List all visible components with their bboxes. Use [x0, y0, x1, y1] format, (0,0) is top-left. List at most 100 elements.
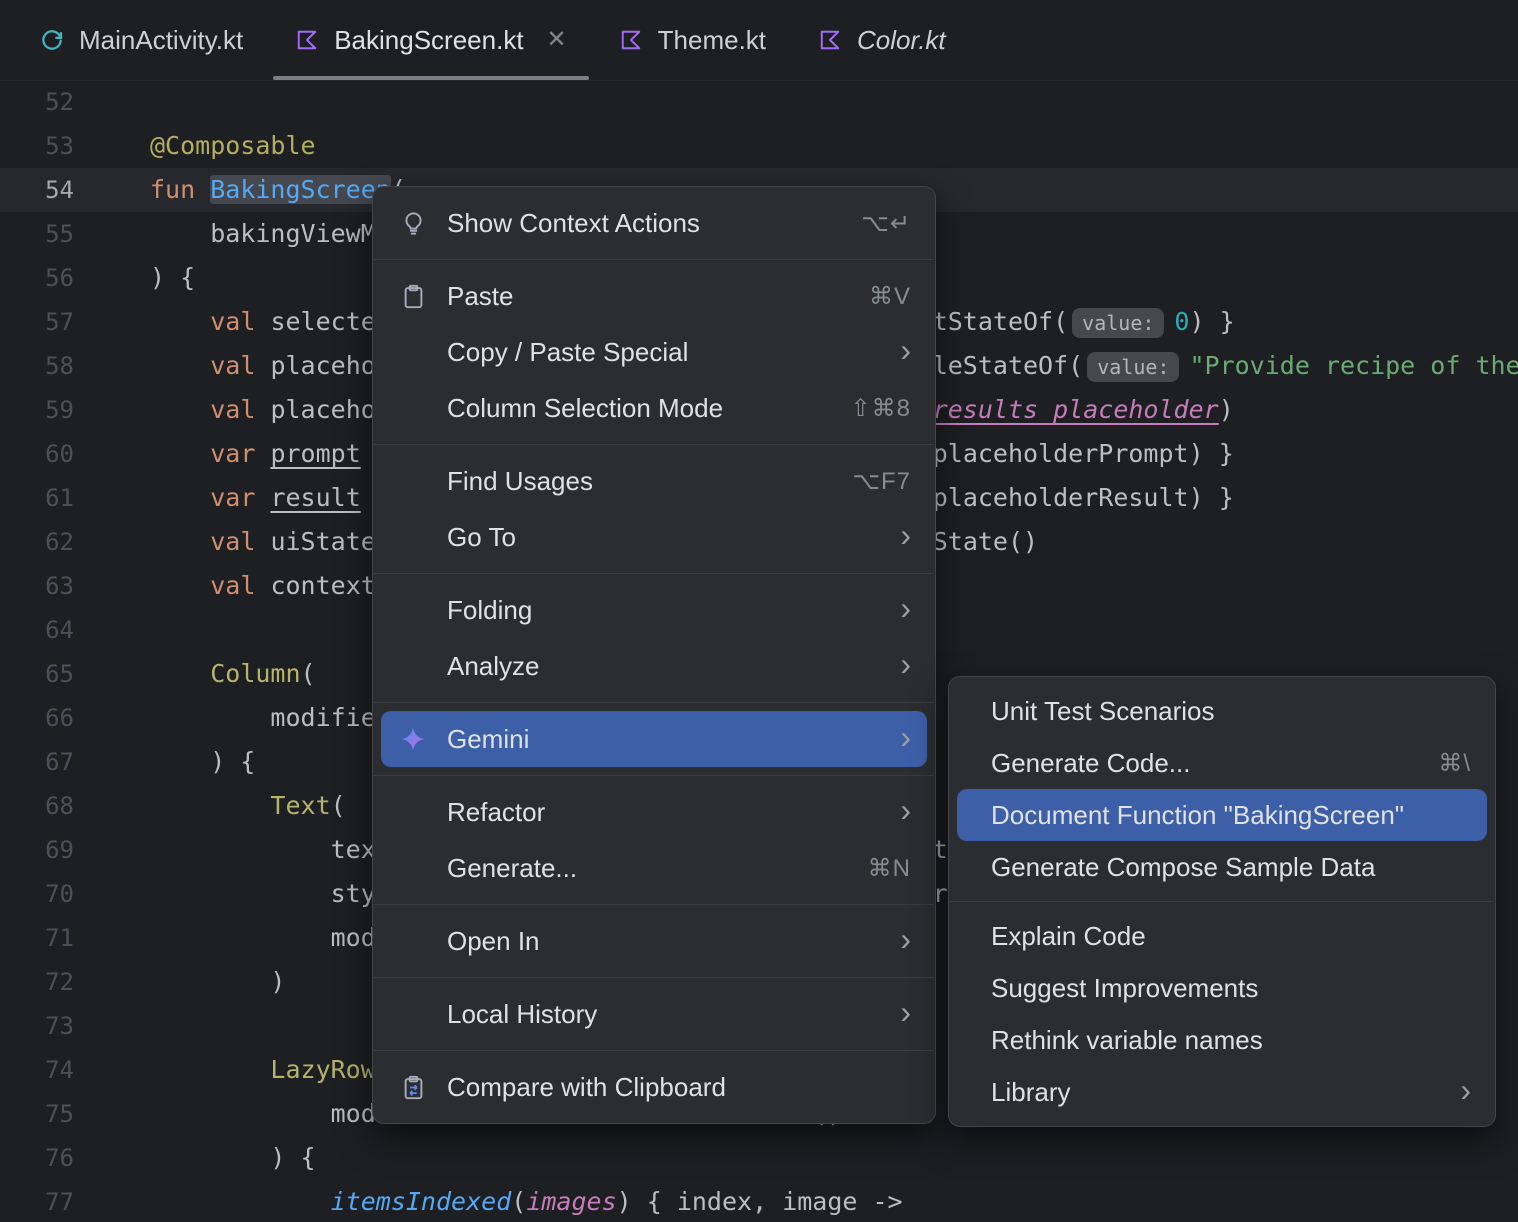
- line-number: 64: [45, 616, 74, 644]
- menu-item-label: Library: [991, 1076, 1071, 1107]
- line-number: 62: [45, 528, 74, 556]
- menu-item-folding[interactable]: Folding ›: [381, 582, 927, 638]
- menu-item-analyze[interactable]: Analyze ›: [381, 638, 927, 694]
- menu-item-explain-code[interactable]: Explain Code: [957, 910, 1487, 962]
- chevron-right-icon: ›: [900, 792, 911, 828]
- tab-bakingscreen-kt[interactable]: BakingScreen.kt ✕: [269, 0, 592, 80]
- code-text: @Composable: [110, 124, 316, 168]
- menu-item-label: Analyze: [447, 650, 540, 681]
- line-number: 67: [45, 748, 74, 776]
- menu-item-label: Gemini: [447, 723, 530, 754]
- menu-shortcut: ⌥↵: [861, 209, 911, 237]
- code-text: Column(: [110, 652, 316, 696]
- tab-label: Color.kt: [857, 24, 946, 55]
- line-number: 68: [45, 792, 74, 820]
- menu-separator: [374, 977, 934, 978]
- menu-item-label: Open In: [447, 925, 540, 956]
- compare-clipboard-icon: [393, 1074, 433, 1101]
- chevron-right-icon: ›: [1460, 1072, 1471, 1108]
- menu-item-go-to[interactable]: Go To ›: [381, 509, 927, 565]
- code-token: ): [1218, 395, 1234, 424]
- tab-color-kt[interactable]: Color.kt: [792, 0, 972, 80]
- code-text: ): [110, 960, 285, 1004]
- menu-item-label: Find Usages: [447, 465, 593, 496]
- menu-item-suggest-improvements[interactable]: Suggest Improvements: [957, 962, 1487, 1014]
- menu-item-rethink-variable-names[interactable]: Rethink variable names: [957, 1014, 1487, 1066]
- menu-item-label: Show Context Actions: [447, 207, 700, 238]
- line-number: 54: [45, 176, 74, 204]
- code-token: Text: [270, 791, 331, 820]
- menu-separator: [374, 702, 934, 703]
- code-token: fun: [150, 175, 211, 204]
- menu-item-find-usages[interactable]: Find Usages ⌥F7: [381, 453, 927, 509]
- menu-item-label: Copy / Paste Special: [447, 336, 689, 367]
- code-token: ) }: [1189, 307, 1235, 336]
- menu-item-document-function-bakingscreen[interactable]: Document Function "BakingScreen": [957, 789, 1487, 841]
- code-token: Column: [210, 659, 301, 688]
- menu-item-label: Local History: [447, 998, 598, 1029]
- code-token: prompt: [270, 439, 361, 468]
- menu-item-show-context-actions[interactable]: Show Context Actions ⌥↵: [381, 195, 927, 251]
- menu-item-gemini[interactable]: Gemini ›: [381, 711, 927, 767]
- chevron-right-icon: ›: [900, 517, 911, 553]
- tab-label: BakingScreen.kt: [334, 24, 524, 55]
- close-tab-icon[interactable]: ✕: [547, 28, 567, 52]
- chevron-right-icon: ›: [900, 921, 911, 957]
- line-number: 73: [45, 1012, 74, 1040]
- code-token: result: [270, 483, 361, 512]
- line-number: 52: [45, 88, 74, 116]
- line-number: 59: [45, 396, 74, 424]
- menu-separator: [374, 1050, 934, 1051]
- paste-icon: [393, 283, 433, 310]
- menu-separator: [374, 904, 934, 905]
- code-token: var: [210, 439, 271, 468]
- menu-item-paste[interactable]: Paste ⌘V: [381, 268, 927, 324]
- menu-item-library[interactable]: Library ›: [957, 1066, 1487, 1118]
- menu-item-generate-compose-sample-data[interactable]: Generate Compose Sample Data: [957, 841, 1487, 893]
- tab-theme-kt[interactable]: Theme.kt: [593, 0, 792, 80]
- line-number: 74: [45, 1056, 74, 1084]
- menu-item-open-in[interactable]: Open In ›: [381, 913, 927, 969]
- line-number: 61: [45, 484, 74, 512]
- inlay-hint: value:: [1087, 352, 1180, 382]
- menu-item-label: Folding: [447, 594, 533, 625]
- menu-item-label: Explain Code: [991, 920, 1146, 951]
- lightbulb-icon: [393, 210, 433, 237]
- ide-window: { "tabs": [ {"label": "MainActivity.kt",…: [0, 0, 1518, 1222]
- code-line-52[interactable]: 52: [0, 80, 1518, 124]
- menu-item-label: Generate Code...: [991, 747, 1191, 778]
- menu-separator: [374, 444, 934, 445]
- menu-item-generate[interactable]: Generate... ⌘N: [381, 840, 927, 896]
- code-line-76[interactable]: 76 ) {: [0, 1136, 1518, 1180]
- menu-item-column-selection-mode[interactable]: Column Selection Mode ⇧⌘8: [381, 380, 927, 436]
- menu-item-copy-paste-special[interactable]: Copy / Paste Special ›: [381, 324, 927, 380]
- menu-item-label: Go To: [447, 521, 516, 552]
- chevron-right-icon: ›: [900, 719, 911, 755]
- menu-item-generate-code[interactable]: Generate Code... ⌘\: [957, 737, 1487, 789]
- tab-mainactivity-kt[interactable]: MainActivity.kt: [14, 0, 269, 80]
- code-line-53[interactable]: 53 @Composable: [0, 124, 1518, 168]
- code-text: LazyRow(: [110, 1048, 390, 1092]
- line-number: 71: [45, 924, 74, 952]
- menu-item-label: Generate...: [447, 852, 578, 883]
- menu-shortcut: ⌘V: [868, 282, 911, 310]
- code-line-77[interactable]: 77 itemsIndexed(images) { index, image -…: [0, 1180, 1518, 1222]
- line-number: 63: [45, 572, 74, 600]
- code-token: ) {: [150, 263, 196, 292]
- menu-item-label: Document Function "BakingScreen": [991, 799, 1405, 830]
- line-number: 55: [45, 220, 74, 248]
- gemini-submenu: Unit Test Scenarios Generate Code... ⌘\ Doc…: [948, 676, 1496, 1127]
- menu-item-compare-with-clipboard[interactable]: Compare with Clipboard: [381, 1059, 927, 1115]
- code-token: val: [210, 527, 271, 556]
- menu-item-refactor[interactable]: Refactor ›: [381, 784, 927, 840]
- menu-item-local-history[interactable]: Local History ›: [381, 986, 927, 1042]
- menu-item-unit-test-scenarios[interactable]: Unit Test Scenarios: [957, 685, 1487, 737]
- line-number: 56: [45, 264, 74, 292]
- menu-shortcut: ⇧⌘8: [850, 394, 911, 422]
- code-token: (: [300, 659, 316, 688]
